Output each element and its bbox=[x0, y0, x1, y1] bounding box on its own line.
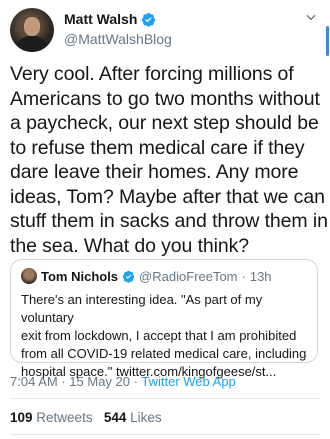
author-avatar[interactable] bbox=[10, 8, 54, 52]
quoted-separator: · bbox=[241, 268, 246, 284]
meta-separator: · bbox=[61, 374, 66, 389]
tweet-source-app[interactable]: Twitter Web App bbox=[141, 374, 235, 389]
tweet-header: Matt Walsh @MattWalshBlog bbox=[10, 8, 320, 54]
tweet-text: Very cool. After forcing millions of Ame… bbox=[10, 63, 328, 257]
quoted-author-handle: @RadioFreeTom bbox=[139, 268, 238, 284]
retweet-count[interactable]: 109 bbox=[10, 410, 33, 425]
quoted-verified-badge-icon bbox=[122, 270, 135, 283]
divider bbox=[10, 434, 320, 435]
like-count[interactable]: 544 bbox=[104, 410, 127, 425]
tweet-date[interactable]: 15 May 20 bbox=[69, 374, 130, 389]
quoted-tweet-text: There's an interesting idea. "As part of… bbox=[21, 292, 307, 379]
chevron-down-icon[interactable] bbox=[304, 10, 318, 24]
quoted-author-name: Tom Nichols bbox=[41, 268, 119, 284]
tweet-stats: 109 Retweets 544 Likes bbox=[10, 410, 162, 425]
tweet-meta: 7:04 AM · 15 May 20 · Twitter Web App bbox=[10, 374, 236, 389]
author-name[interactable]: Matt Walsh bbox=[64, 11, 137, 27]
verified-badge-icon bbox=[142, 12, 156, 27]
quoted-time: 13h bbox=[249, 268, 272, 284]
meta-separator: · bbox=[133, 374, 138, 389]
author-handle[interactable]: @MattWalshBlog bbox=[64, 31, 172, 47]
author-name-line[interactable]: Matt Walsh bbox=[64, 11, 156, 27]
quoted-tweet[interactable]: Tom Nichols @RadioFreeTom · 13h There's … bbox=[10, 259, 318, 379]
tweet-time[interactable]: 7:04 AM bbox=[10, 374, 58, 389]
like-label[interactable]: Likes bbox=[130, 410, 162, 425]
retweet-label[interactable]: Retweets bbox=[36, 410, 92, 425]
quoted-author-avatar bbox=[21, 268, 37, 284]
scrollbar[interactable] bbox=[326, 26, 329, 56]
divider bbox=[10, 398, 320, 399]
quoted-tweet-header: Tom Nichols @RadioFreeTom · 13h bbox=[21, 268, 272, 284]
